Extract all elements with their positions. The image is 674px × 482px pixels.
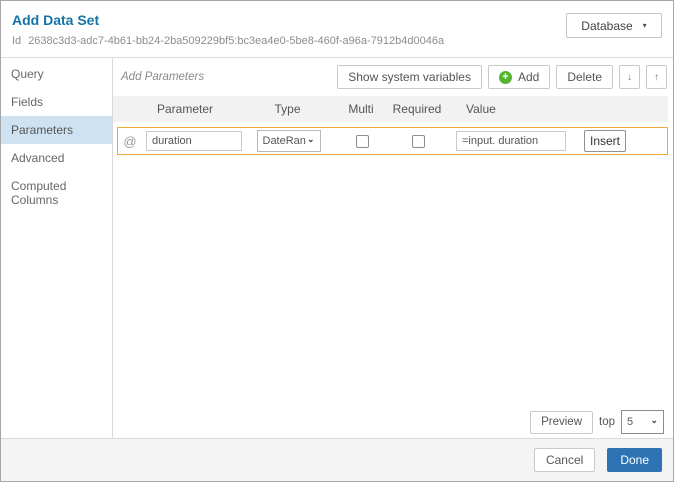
move-down-button[interactable]: ↓ — [619, 65, 640, 89]
show-system-variables-button[interactable]: Show system variables — [337, 65, 482, 89]
value-input[interactable] — [456, 131, 566, 151]
top-count-select[interactable]: 5 ⌄ — [621, 410, 664, 434]
sidebar-item-fields[interactable]: Fields — [1, 88, 112, 116]
column-header-type: Type — [245, 102, 330, 116]
move-up-button[interactable]: ↑ — [646, 65, 667, 89]
sidebar-item-advanced[interactable]: Advanced — [1, 144, 112, 172]
cancel-button[interactable]: Cancel — [534, 448, 595, 472]
type-select-value: DateRan — [263, 135, 306, 147]
caret-down-icon: ▾ — [643, 21, 647, 30]
sidebar-item-query[interactable]: Query — [1, 60, 112, 88]
sidebar-item-parameters[interactable]: Parameters — [1, 116, 112, 144]
chevron-down-icon: ⌄ — [307, 134, 315, 145]
column-header-required: Required — [392, 102, 442, 116]
sidebar: Query Fields Parameters Advanced Compute… — [1, 58, 113, 438]
chevron-down-icon: ⌄ — [650, 415, 658, 426]
parameters-toolbar: Add Parameters Show system variables + A… — [113, 58, 673, 96]
column-header-multi: Multi — [330, 102, 392, 116]
dialog-footer: Cancel Done — [1, 438, 673, 481]
database-dropdown-button[interactable]: Database ▾ — [566, 13, 662, 38]
parameter-prefix: @ — [118, 134, 142, 149]
top-count-value: 5 — [627, 416, 633, 428]
done-button[interactable]: Done — [607, 448, 662, 472]
add-plus-icon: + — [499, 71, 512, 84]
sidebar-item-computed-columns[interactable]: Computed Columns — [1, 172, 112, 214]
dialog-header: Add Data Set Database ▾ Id 2638c3d3-adc7-… — [1, 1, 673, 58]
arrow-down-icon: ↓ — [627, 72, 632, 83]
page-title: Add Data Set — [12, 12, 662, 28]
parameter-name-input[interactable] — [146, 131, 242, 151]
section-label: Add Parameters — [121, 71, 204, 83]
preview-bar: Preview top 5 ⌄ — [113, 410, 664, 434]
multi-checkbox[interactable] — [356, 135, 369, 148]
main-spacer — [113, 155, 673, 410]
insert-button[interactable]: Insert — [584, 130, 626, 152]
database-dropdown-label: Database — [581, 19, 632, 33]
arrow-up-icon: ↑ — [654, 72, 659, 83]
parameters-panel: Add Parameters Show system variables + A… — [113, 58, 673, 438]
column-header-parameter: Parameter — [141, 102, 245, 116]
add-parameter-button[interactable]: + Add — [488, 65, 550, 89]
add-button-label: Add — [518, 70, 539, 84]
parameter-row: @ DateRan ⌄ Insert — [117, 127, 668, 155]
column-header-value: Value — [442, 102, 578, 116]
delete-button[interactable]: Delete — [556, 65, 613, 89]
dialog-body: Query Fields Parameters Advanced Compute… — [1, 58, 673, 438]
parameters-table-header: Parameter Type Multi Required Value — [113, 96, 668, 122]
dataset-id-line: Id 2638c3d3-adc7-4b61-bb24-2ba509229bf5:b… — [12, 35, 662, 47]
top-label: top — [599, 416, 615, 428]
required-checkbox[interactable] — [412, 135, 425, 148]
id-value: 2638c3d3-adc7-4b61-bb24-2ba509229bf5:bc3… — [28, 35, 444, 47]
id-label: Id — [12, 35, 21, 47]
type-select[interactable]: DateRan ⌄ — [257, 130, 321, 152]
preview-button[interactable]: Preview — [530, 411, 593, 434]
add-data-set-dialog: Add Data Set Database ▾ Id 2638c3d3-adc7-… — [0, 0, 674, 482]
